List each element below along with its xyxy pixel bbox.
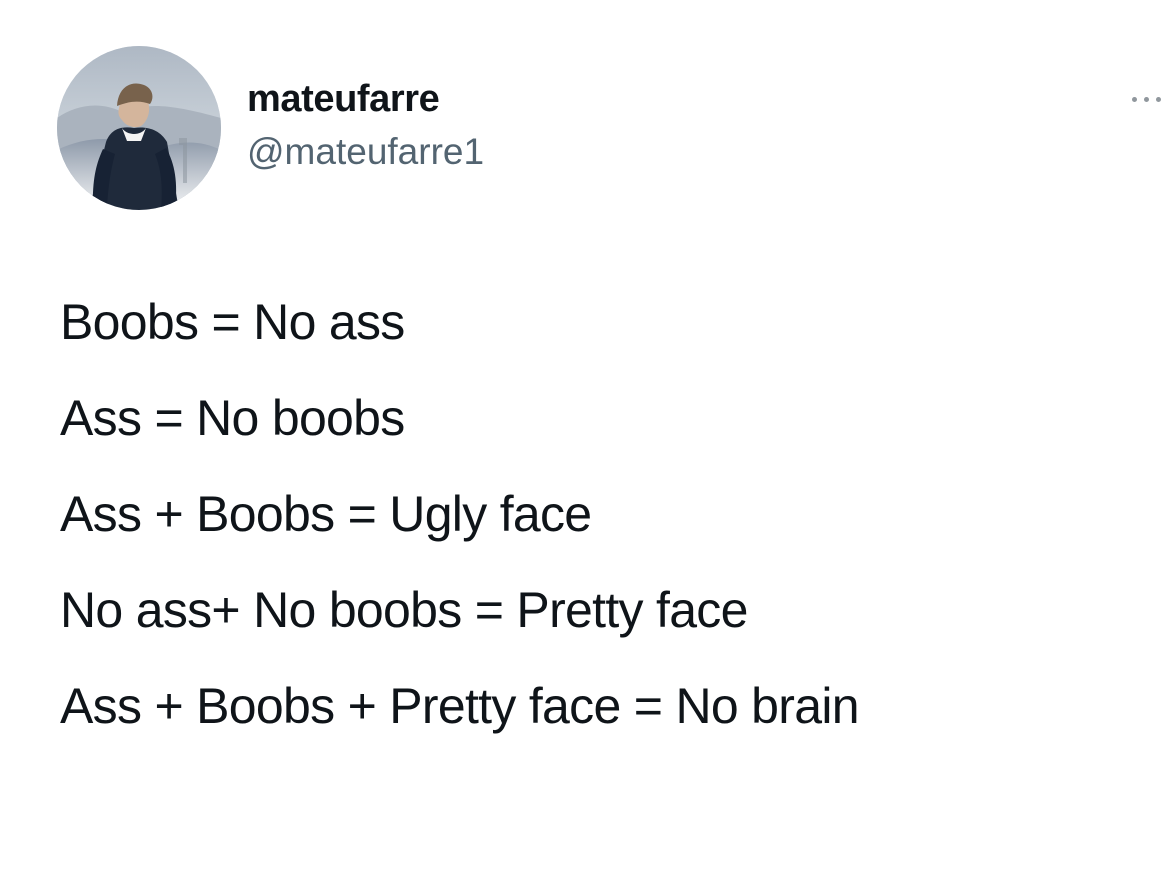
tweet-text-line: Boobs = No ass xyxy=(60,294,405,350)
author-names: mateufarre @mateufarre1 xyxy=(247,76,747,186)
tweet-screenshot: mateufarre @mateufarre1 Boobs = No ass A… xyxy=(0,0,1169,878)
tweet-text: Boobs = No ass Ass = No boobs Ass + Boob… xyxy=(60,286,1145,766)
tweet-text-line: Ass = No boobs xyxy=(60,390,405,446)
tweet-text-line: Ass + Boobs + Pretty face = No brain xyxy=(60,678,860,734)
profile-avatar[interactable] xyxy=(57,46,221,210)
tweet-text-line: Ass + Boobs = Ugly face xyxy=(60,486,592,542)
more-horizontal-icon-dot xyxy=(1156,96,1161,102)
more-options-button[interactable] xyxy=(1119,87,1169,111)
more-horizontal-icon-dot xyxy=(1144,96,1149,102)
profile-photo xyxy=(57,46,221,210)
display-name[interactable]: mateufarre xyxy=(247,76,440,122)
tweet-text-line: No ass+ No boobs = Pretty face xyxy=(60,582,748,638)
tweet-header: mateufarre @mateufarre1 xyxy=(57,46,1169,211)
username-handle[interactable]: @mateufarre1 xyxy=(247,130,484,174)
more-horizontal-icon xyxy=(1132,96,1137,102)
